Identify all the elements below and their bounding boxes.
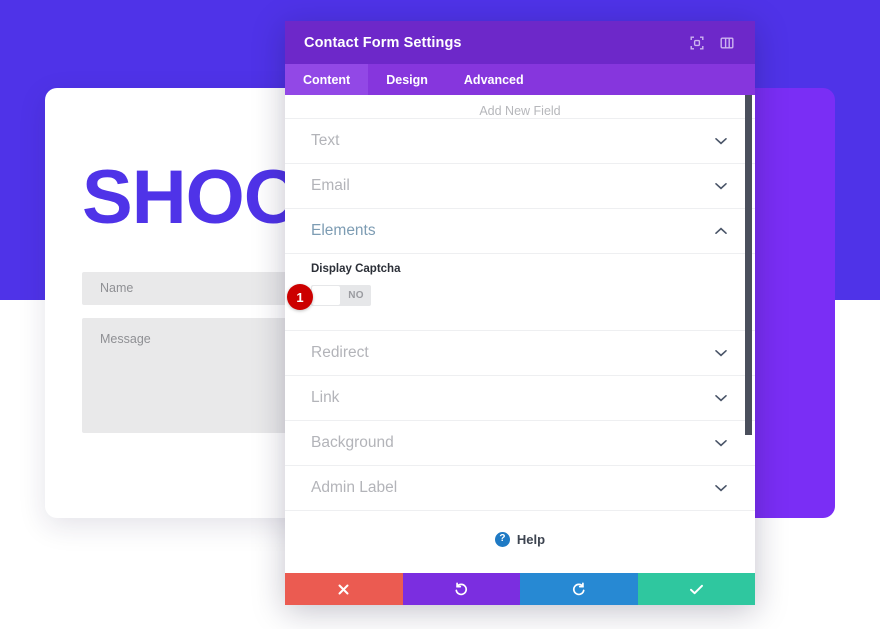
add-new-field-label[interactable]: Add New Field [285, 95, 755, 118]
section-elements-label: Elements [311, 222, 376, 239]
screenshot-root: SHOOT Name Message Contact Form Settings [0, 0, 880, 629]
panel-layout-icon[interactable] [715, 31, 739, 55]
section-redirect[interactable]: Redirect [285, 330, 755, 375]
section-link[interactable]: Link [285, 375, 755, 420]
toggle-value-label: NO [348, 290, 364, 301]
help-row[interactable]: ? Help [285, 510, 755, 567]
section-text[interactable]: Text [285, 118, 755, 163]
help-label: Help [516, 531, 546, 547]
chevron-down-icon [714, 179, 728, 193]
modal-body: Add New Field Text Email Elements Displa… [285, 95, 755, 573]
redo-icon [572, 582, 586, 596]
question-mark-icon: ? [494, 531, 510, 547]
tab-content[interactable]: Content [285, 64, 369, 95]
chevron-down-icon [714, 391, 728, 405]
section-email-label: Email [311, 177, 350, 194]
chevron-down-icon [714, 134, 728, 148]
section-admin-label-label: Admin Label [311, 479, 398, 496]
undo-icon [454, 582, 468, 596]
elements-panel-content: Display Captcha NO [285, 253, 755, 330]
section-background[interactable]: Background [285, 420, 755, 465]
undo-button[interactable] [402, 573, 520, 605]
display-captcha-label: Display Captcha [311, 263, 401, 275]
close-x-icon [337, 583, 350, 596]
annotation-badge-1: 1 [287, 284, 313, 310]
modal-footer [285, 573, 755, 605]
checkmark-icon [689, 583, 704, 596]
redo-button[interactable] [520, 573, 638, 605]
modal-title: Contact Form Settings [304, 34, 462, 51]
contact-form-settings-modal: Contact Form Settings Content Design Adv… [285, 21, 755, 605]
section-text-label: Text [311, 132, 340, 149]
chevron-up-icon [714, 224, 728, 238]
modal-scrollbar-thumb[interactable] [745, 95, 752, 435]
chevron-down-icon [714, 346, 728, 360]
modal-tab-bar: Content Design Advanced [285, 64, 755, 95]
toggle-knob [312, 286, 340, 305]
save-button[interactable] [637, 573, 755, 605]
display-captcha-toggle[interactable]: NO [311, 285, 371, 306]
modal-scrollbar-track[interactable] [745, 95, 752, 573]
modal-header: Contact Form Settings [285, 21, 755, 64]
chevron-down-icon [714, 481, 728, 495]
cancel-button[interactable] [285, 573, 403, 605]
expand-view-icon[interactable] [685, 31, 709, 55]
section-link-label: Link [311, 389, 340, 406]
tab-advanced[interactable]: Advanced [446, 64, 542, 95]
section-redirect-label: Redirect [311, 344, 369, 361]
section-admin-label[interactable]: Admin Label [285, 465, 755, 510]
chevron-down-icon [714, 436, 728, 450]
section-background-label: Background [311, 434, 394, 451]
section-elements[interactable]: Elements [285, 208, 755, 253]
tab-design[interactable]: Design [368, 64, 446, 95]
section-email[interactable]: Email [285, 163, 755, 208]
